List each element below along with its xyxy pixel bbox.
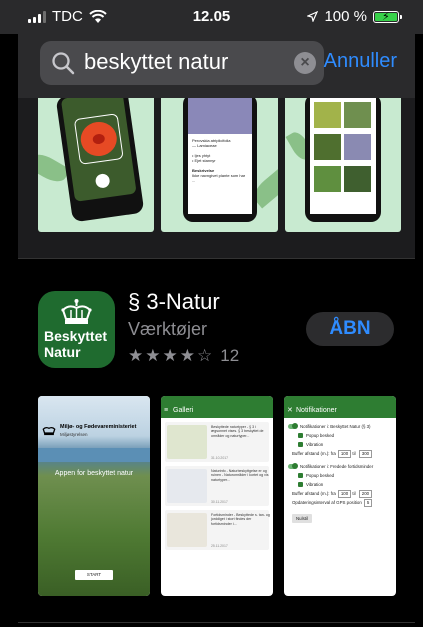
start-button: START: [75, 570, 113, 580]
location-arrow-icon: [307, 11, 319, 22]
crown-icon: [42, 426, 56, 436]
org-name: Miljø- og Fødevareministeriet: [60, 424, 137, 430]
preview-screenshot[interactable]: [285, 98, 401, 232]
star-filled-icon: ★: [145, 346, 161, 365]
org-sub: Miljøstyrelsen: [60, 432, 88, 437]
star-empty-icon: ☆: [197, 346, 213, 365]
preview-screenshot[interactable]: [38, 98, 154, 232]
divider: [18, 622, 415, 623]
clear-search-icon[interactable]: ×: [294, 52, 316, 74]
app-category: Værktøjer: [128, 319, 208, 339]
app-screenshot[interactable]: Miljø- og Fødevareministeriet Miljøstyre…: [38, 396, 150, 596]
star-filled-icon: ★: [179, 346, 195, 365]
crown-icon: [61, 299, 92, 324]
list-item: Fortidsminder - Beskyttede s. tan- og jo…: [165, 510, 270, 550]
notifications-title: Notifikationer: [296, 407, 337, 414]
battery-charging-icon: ⚡: [373, 10, 402, 23]
search-icon: [52, 52, 75, 75]
open-button[interactable]: ÅBN: [306, 312, 394, 346]
search-header: beskyttet natur × Annuller: [18, 34, 415, 98]
tagline: Appen for beskyttet natur: [54, 470, 134, 477]
search-query: beskyttet natur: [84, 49, 229, 74]
battery-percent: 100 %: [324, 8, 367, 25]
previous-result-previews: Perovskia atriplicifolia — Lamiaceae • Ije…: [18, 98, 415, 258]
preview-screenshot[interactable]: Perovskia atriplicifolia — Lamiaceae • Ije…: [161, 98, 278, 232]
divider: [18, 258, 415, 259]
cancel-button[interactable]: Annuller: [324, 50, 397, 73]
status-bar: TDC 12.05 100 % ⚡: [0, 0, 423, 34]
star-filled-icon: ★: [128, 346, 144, 365]
app-icon[interactable]: Beskyttet Natur: [38, 291, 115, 368]
list-item: Naturinfo - Naturbeskyttgelse er og ruin…: [165, 466, 269, 506]
app-screenshot[interactable]: ≡ Galleri Beskyttede naturtyper - § 3 i …: [161, 396, 273, 596]
rating: ★ ★ ★ ★ ☆ 12: [128, 346, 239, 366]
app-screenshot[interactable]: ✕ Notifikationer Notifikationer i: Besky…: [284, 396, 396, 596]
list-item: Beskyttede naturtyper - § 3 i ægsonnet v…: [165, 422, 269, 462]
app-name[interactable]: § 3-Natur: [128, 289, 220, 315]
rating-count: 12: [220, 346, 240, 365]
close-icon: ✕: [287, 407, 293, 414]
gallery-title: Galleri: [173, 407, 194, 414]
menu-icon: ≡: [164, 407, 169, 414]
app-icon-text: Natur: [44, 344, 81, 360]
app-icon-text: Beskyttet: [44, 328, 108, 344]
search-input[interactable]: beskyttet natur ×: [40, 41, 324, 85]
reset-button: Nulstil: [292, 514, 312, 523]
star-filled-icon: ★: [162, 346, 178, 365]
